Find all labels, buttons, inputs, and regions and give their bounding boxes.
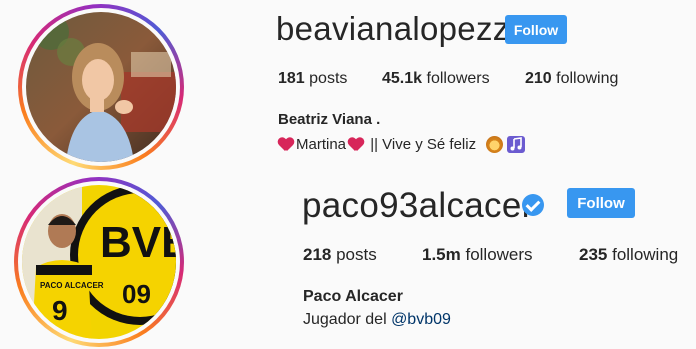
story-ring[interactable]: BVB 09 PACO ALCACER 9 — [14, 177, 184, 347]
jersey-number: 9 — [52, 295, 68, 326]
following-number: 235 — [579, 245, 608, 264]
bvb-logo-letters: BVB — [100, 218, 176, 267]
followers-number: 45.1k — [382, 70, 423, 87]
bio-text: Jugador del — [303, 311, 392, 328]
posts-number: 218 — [303, 245, 332, 264]
followers-label: followers — [422, 70, 490, 87]
music-notes-icon — [507, 136, 526, 153]
story-ring[interactable] — [18, 4, 184, 170]
following-link[interactable]: 210 following — [525, 70, 618, 88]
profile-header-beavianalopezz: beavianalopezz Follow 181 posts 45.1k fo… — [0, 0, 696, 172]
posts-count: 181 posts — [278, 70, 347, 88]
avatar[interactable] — [26, 12, 176, 162]
full-name: Paco Alcacer — [303, 288, 403, 305]
full-name: Beatriz Viana . — [278, 111, 381, 128]
avatar[interactable]: BVB 09 PACO ALCACER 9 — [22, 185, 176, 339]
followers-link[interactable]: 45.1k followers — [382, 70, 490, 88]
bio: Martina || Vive y Sé feliz — [278, 136, 526, 153]
following-number: 210 — [525, 70, 552, 87]
jersey-name: PACO ALCACER — [40, 281, 104, 290]
bio-mention-link[interactable]: @bvb09 — [391, 311, 451, 328]
posts-count: 218 posts — [303, 245, 377, 265]
posts-label: posts — [304, 70, 348, 87]
following-label: following — [607, 245, 679, 264]
heart-icon — [348, 138, 364, 152]
profile-header-paco93alcacer: BVB 09 PACO ALCACER 9 paco93alcacer Foll… — [0, 172, 696, 349]
avatar-photo: BVB 09 PACO ALCACER 9 — [22, 185, 176, 339]
follow-button[interactable]: Follow — [567, 188, 635, 218]
posts-label: posts — [331, 245, 377, 264]
bio-name: Martina — [296, 136, 347, 153]
heart-icon — [278, 138, 294, 152]
followers-link[interactable]: 1.5m followers — [422, 245, 533, 265]
bvb-logo-number: 09 — [122, 279, 151, 309]
avatar-photo — [26, 12, 176, 162]
posts-number: 181 — [278, 70, 305, 87]
username: paco93alcacer — [302, 186, 534, 225]
following-link[interactable]: 235 following — [579, 245, 678, 265]
follow-button[interactable]: Follow — [505, 15, 567, 44]
verified-badge-icon — [522, 194, 544, 216]
bio-text: || Vive y Sé feliz — [366, 136, 481, 153]
username: beavianalopezz — [276, 10, 510, 47]
following-label: following — [551, 70, 619, 87]
followers-number: 1.5m — [422, 245, 461, 264]
followers-label: followers — [460, 245, 533, 264]
bio: Jugador del @bvb09 — [303, 311, 451, 329]
lion-icon — [486, 136, 504, 153]
